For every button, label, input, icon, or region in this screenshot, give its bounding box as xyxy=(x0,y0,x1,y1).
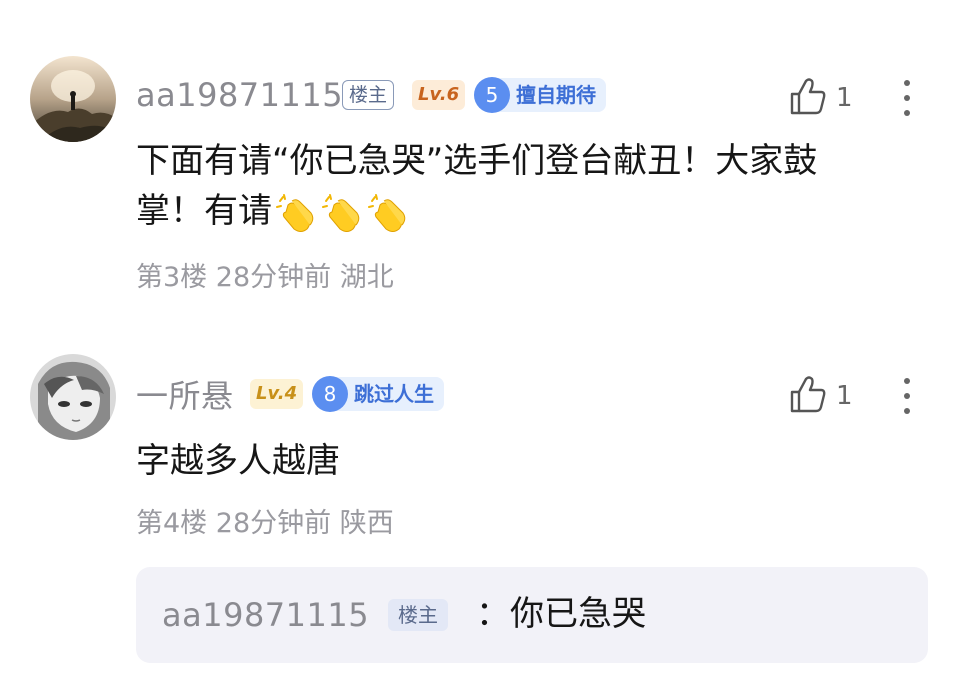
reply-text: ：你已急哭 xyxy=(476,594,646,634)
level-badge: Lv.4 xyxy=(250,379,304,409)
medal-level: 8 xyxy=(312,376,348,412)
comment-text: 下面有请“你已急哭”选手们登台献丑！大家鼓 掌！有请 xyxy=(136,136,906,236)
clapping-hands-icon xyxy=(322,193,360,232)
clapping-hands-icon xyxy=(368,193,406,232)
like-count: 1 xyxy=(836,381,853,411)
like-button[interactable] xyxy=(788,76,828,116)
clapping-hands-icon xyxy=(276,193,314,232)
fan-medal[interactable]: 5 擅自期待 xyxy=(474,77,606,113)
avatar[interactable] xyxy=(30,56,116,142)
avatar-image xyxy=(30,354,116,440)
reply-username[interactable]: aa19871115 xyxy=(162,595,369,635)
more-options-icon[interactable] xyxy=(895,378,919,420)
username[interactable]: aa19871115 xyxy=(136,75,343,115)
avatar-image xyxy=(30,56,116,142)
comment-meta: 第3楼 28分钟前 湖北 xyxy=(136,262,394,293)
reply-preview[interactable]: aa19871115 楼主 ：你已急哭 xyxy=(136,567,928,663)
more-options-icon[interactable] xyxy=(895,80,919,122)
like-count: 1 xyxy=(836,83,853,113)
avatar[interactable] xyxy=(30,354,116,440)
comment-meta: 第4楼 28分钟前 陕西 xyxy=(136,508,394,539)
host-badge: 楼主 xyxy=(342,80,395,110)
comment-text-line: 掌！有请 xyxy=(136,186,906,236)
emoji-group xyxy=(272,191,410,232)
username[interactable]: 一所悬 xyxy=(136,376,234,416)
host-badge: 楼主 xyxy=(388,599,448,631)
medal-name: 擅自期待 xyxy=(516,83,596,107)
medal-name: 跳过人生 xyxy=(354,382,434,406)
comment-text-line-2: 掌！有请 xyxy=(136,191,272,231)
like-button[interactable] xyxy=(788,374,828,414)
thumbs-up-icon xyxy=(790,376,826,413)
comment-text-line: 下面有请“你已急哭”选手们登台献丑！大家鼓 xyxy=(136,141,818,181)
fan-medal[interactable]: 8 跳过人生 xyxy=(312,376,444,412)
comment-text: 字越多人越唐 xyxy=(136,441,340,481)
level-badge: Lv.6 xyxy=(412,80,466,110)
medal-level: 5 xyxy=(474,77,510,113)
thumbs-up-icon xyxy=(790,78,826,115)
